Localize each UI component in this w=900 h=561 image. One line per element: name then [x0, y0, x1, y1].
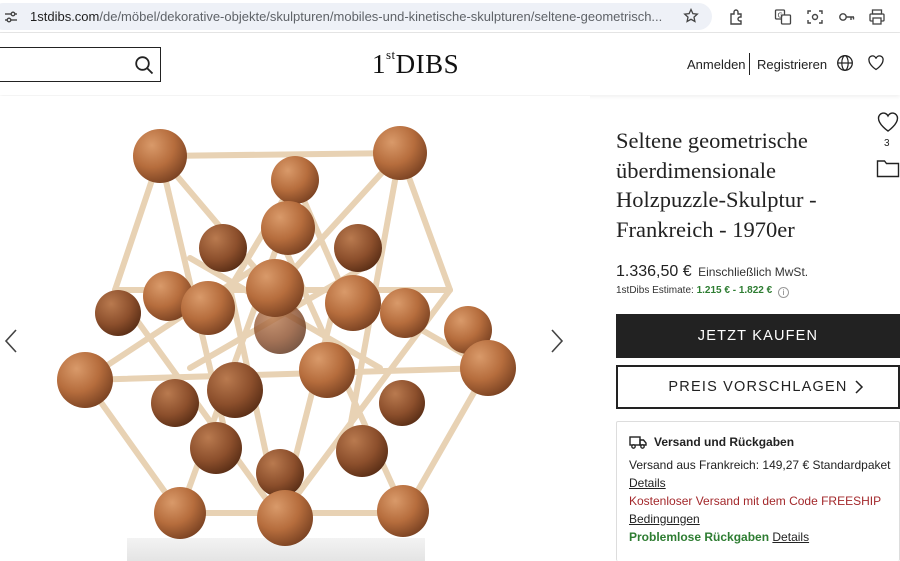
translate-icon[interactable]: G: [774, 8, 792, 26]
product-gallery: [0, 96, 590, 561]
shipping-title-text: Versand und Rückgaben: [654, 435, 795, 449]
url-host: 1stdibs.com: [30, 9, 100, 24]
returns-label: Problemlose Rückgaben: [629, 530, 770, 544]
make-offer-label: PREIS VORSCHLAGEN: [668, 379, 848, 395]
header-divider: [749, 53, 750, 75]
price-block: 1.336,50 € Einschließlich MwSt.: [616, 263, 808, 281]
estimate-block: 1stDibs Estimate: 1.215 € - 1.822 € i: [616, 285, 789, 298]
info-icon[interactable]: i: [778, 287, 789, 298]
url-text[interactable]: 1stdibs.com/de/möbel/dekorative-objekte/…: [30, 9, 670, 24]
extensions-icon[interactable]: [728, 8, 746, 26]
product-image[interactable]: [40, 118, 530, 548]
free-shipping-promo: Kostenloser Versand mit dem Code FREESHI…: [629, 494, 882, 508]
price-value: 1.336,50 €: [616, 263, 692, 280]
star-icon[interactable]: [683, 8, 699, 24]
globe-icon[interactable]: [836, 54, 854, 72]
login-link[interactable]: Anmelden: [687, 57, 746, 72]
chevron-right-icon: [855, 380, 864, 394]
search-icon[interactable]: [134, 55, 154, 75]
chevron-right-icon[interactable]: [550, 328, 564, 354]
shipping-origin: Versand aus Frankreich: 149,27 € Standar…: [629, 458, 891, 472]
shipping-details-link[interactable]: Details: [629, 476, 666, 490]
site-logo[interactable]: 1stDIBS: [372, 47, 460, 80]
print-icon[interactable]: [868, 8, 886, 26]
tune-icon[interactable]: [4, 10, 18, 24]
logo-prefix: 1: [372, 49, 386, 79]
favorite-heart-icon[interactable]: [876, 110, 900, 134]
make-offer-button[interactable]: PREIS VORSCHLAGEN: [616, 365, 900, 409]
logo-main: DIBS: [395, 49, 460, 79]
shipping-title: Versand und Rückgaben: [629, 434, 887, 450]
terms-link[interactable]: Bedingungen: [629, 512, 700, 526]
chevron-left-icon[interactable]: [4, 328, 18, 354]
url-path: /de/möbel/dekorative-objekte/skulpturen/…: [99, 9, 663, 24]
shipping-panel: Versand und Rückgaben Versand aus Frankr…: [616, 421, 900, 561]
site-header: 1stDIBS Anmelden Registrieren: [0, 33, 900, 95]
address-bar[interactable]: 1stdibs.com/de/möbel/dekorative-objekte/…: [0, 3, 712, 30]
logo-sup: st: [386, 47, 396, 62]
browser-toolbar: 1stdibs.com/de/möbel/dekorative-objekte/…: [0, 0, 900, 33]
folder-icon[interactable]: [876, 158, 900, 178]
estimate-range: 1.215 € - 1.822 €: [696, 285, 773, 296]
product-title: Seltene geometrische überdimensionale Ho…: [616, 128, 817, 242]
search-box[interactable]: [0, 47, 161, 82]
vat-note: Einschließlich MwSt.: [698, 265, 809, 279]
lens-icon[interactable]: [806, 8, 824, 26]
register-link[interactable]: Registrieren: [757, 57, 827, 72]
truck-icon: [629, 436, 647, 449]
buy-now-button[interactable]: JETZT KAUFEN: [616, 314, 900, 358]
returns-details-link[interactable]: Details: [772, 530, 809, 544]
svg-text:G: G: [778, 12, 783, 20]
heart-icon[interactable]: [867, 54, 885, 72]
favorite-count: 3: [884, 138, 890, 149]
key-icon[interactable]: [838, 8, 856, 26]
search-input[interactable]: [0, 48, 127, 81]
estimate-label: 1stDibs Estimate:: [616, 285, 694, 296]
